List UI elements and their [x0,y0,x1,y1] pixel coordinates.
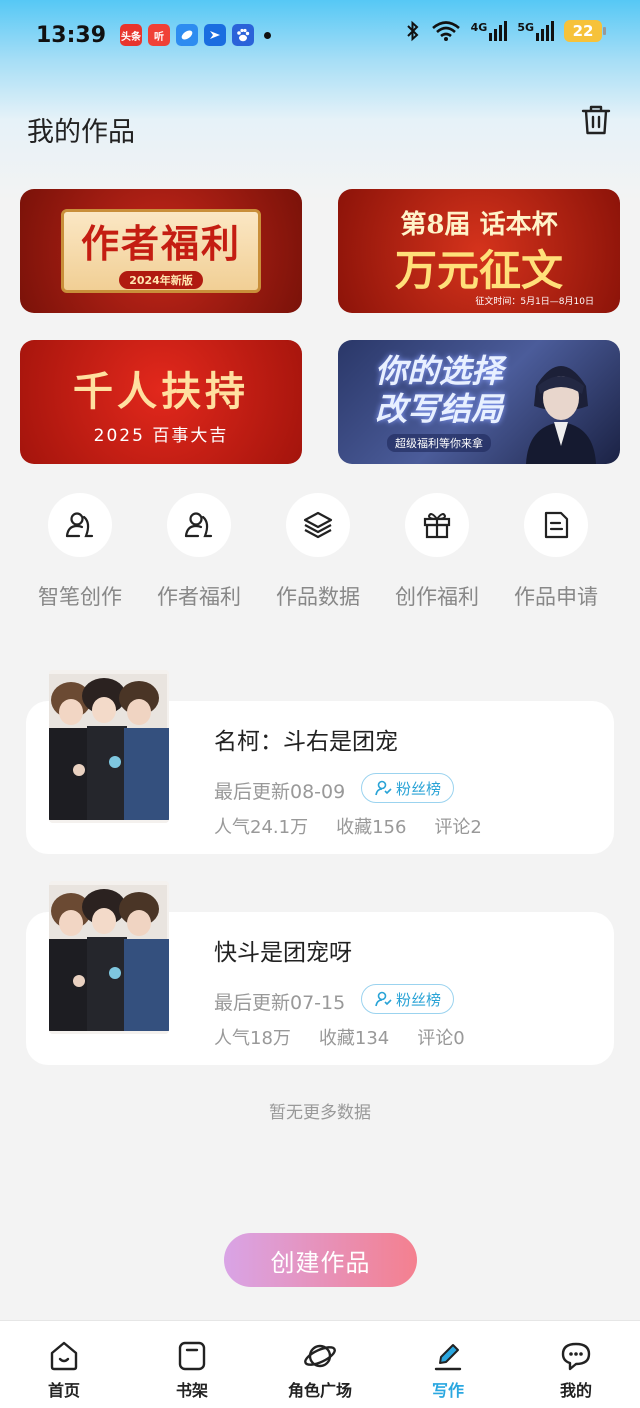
banner-writing-contest[interactable]: 第8届 话本杯 万元征文 征文时间：5月1日—8月10日 [338,189,620,313]
menu-icon-circle [405,493,469,557]
menu-creation-welfare[interactable]: 创作福利 [382,493,492,611]
banner-subtitle: 2024年新版 [119,271,203,289]
ting-icon: 听 [148,24,171,46]
battery-indicator: 22 [564,20,606,42]
fan-user-icon [375,991,392,1007]
banner-scroll: 作者福利 2024年新版 [61,209,261,293]
nav-character-square[interactable]: 角色广场 [270,1339,370,1401]
banner-title: 千人扶持 [73,367,249,415]
bookshelf-icon [178,1341,206,1371]
status-bar: 13:39 头条 听 4G 5G 22 [0,0,640,70]
signal-4g: 4G [471,21,508,41]
menu-icon-circle [524,493,588,557]
gift-icon [423,513,451,539]
nav-home[interactable]: 首页 [14,1339,114,1401]
menu-icon-circle [286,493,350,557]
menu-label: 作品申请 [514,585,598,609]
work-stats: 人气18万 收藏134 评论0 [214,1024,465,1050]
menu-icon-circle [167,493,231,557]
nav-label: 角色广场 [287,1381,352,1400]
fan-rank-label: 粉丝榜 [396,990,442,1009]
nav-label: 我的 [559,1381,592,1400]
work-favorites: 收藏134 [318,1028,390,1049]
baidu-icon [232,24,255,46]
work-title[interactable]: 名柯：斗右是团宠 [214,722,398,756]
layers-icon [303,511,333,539]
user-pen-icon [65,512,94,538]
chat-icon [561,1342,591,1371]
work-stats: 人气24.1万 收藏156 评论2 [214,813,482,839]
signal-bars-icon [536,21,554,41]
browser-icon [176,24,199,46]
menu-label: 作品数据 [276,585,360,609]
menu-label: 作者福利 [157,585,241,609]
work-cover[interactable] [49,881,169,1034]
banner-subtitle: 超级福利等你来拿 [387,434,491,452]
banner-title-line-1: 你的选择 [374,352,503,390]
cover-illustration [49,881,169,1034]
menu-icon-circle [48,493,112,557]
cover-illustration [49,670,169,823]
create-work-button[interactable]: 创建作品 [224,1233,417,1287]
banner-title: 作者福利 [80,221,241,266]
banner-author-welfare[interactable]: 作者福利 2024年新版 [20,189,302,313]
work-comments: 评论0 [417,1028,465,1049]
bluetooth-icon [406,20,419,42]
menu-work-application[interactable]: 作品申请 [501,493,611,611]
banner-choice-story[interactable]: 你的选择 改写结局 超级福利等你来拿 [338,340,620,464]
menu-work-data[interactable]: 作品数据 [263,493,373,611]
nav-mine[interactable]: 我的 [526,1339,626,1401]
menu-label: 创作福利 [395,585,479,609]
signal-5g: 5G [517,21,554,41]
user-pen-icon [184,512,213,538]
notification-icons: 头条 听 [120,24,255,46]
bottom-nav: 首页 书架 角色广场 写作 我的 [0,1320,640,1408]
nav-label: 写作 [431,1381,464,1400]
toutiao-icon: 头条 [120,24,143,46]
more-notifications-dot [264,31,272,39]
write-icon [434,1344,462,1371]
fan-rank-label: 粉丝榜 [396,779,442,798]
home-icon [50,1341,78,1371]
document-icon [544,511,569,539]
character-illustration [526,366,596,464]
work-popularity: 人气18万 [214,1028,291,1049]
fan-rank-badge[interactable]: 粉丝榜 [361,773,455,803]
banner-title: 第8届 话本杯 [400,210,558,240]
page-title: 我的作品 [27,117,135,148]
banner-headline: 万元征文 [394,246,563,295]
work-last-update: 最后更新08-09 [214,781,346,803]
no-more-data-text: 暂无更多数据 [269,1103,371,1123]
feishu-icon [204,24,227,46]
nav-label: 书架 [175,1381,208,1400]
status-right: 4G 5G 22 [405,20,606,42]
nav-label: 首页 [47,1381,80,1400]
nav-write[interactable]: 写作 [398,1339,498,1401]
nav-bookshelf[interactable]: 书架 [142,1339,242,1401]
banner-support-program[interactable]: 千人扶持 2025 百事大吉 [20,340,302,464]
work-title[interactable]: 快斗是团宠呀 [214,933,352,967]
wifi-icon [431,21,460,41]
trash-icon [581,105,611,135]
work-popularity: 人气24.1万 [214,817,309,838]
menu-label: 智笔创作 [38,585,122,609]
menu-author-welfare[interactable]: 作者福利 [144,493,254,611]
fan-user-icon [375,780,392,796]
work-cover[interactable] [49,670,169,823]
work-favorites: 收藏156 [336,817,407,838]
planet-icon [304,1344,336,1368]
fan-rank-badge[interactable]: 粉丝榜 [361,984,455,1014]
banner-dates: 征文时间：5月1日—8月10日 [475,297,594,307]
work-comments: 评论2 [434,817,482,838]
status-time: 13:39 [36,22,107,48]
delete-button[interactable] [578,102,614,138]
signal-bars-icon [489,21,508,41]
menu-smart-writing[interactable]: 智笔创作 [25,493,135,611]
banner-title-line-2: 改写结局 [374,390,503,428]
work-last-update: 最后更新07-15 [214,992,346,1014]
banner-subtitle: 2025 百事大吉 [93,425,229,446]
